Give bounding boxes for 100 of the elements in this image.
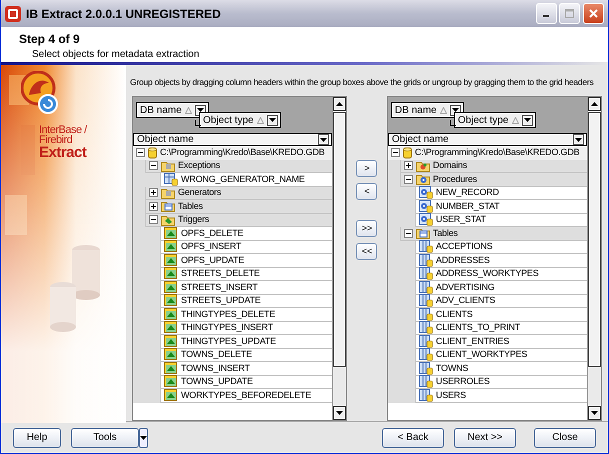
move-button[interactable]: >> — [356, 220, 378, 237]
object-name: THINGTYPES_DELETE — [181, 308, 276, 321]
group-header[interactable]: Object type — [454, 112, 536, 128]
table-icon — [418, 280, 433, 294]
help-button[interactable]: Help — [13, 428, 61, 448]
object-name: WORKTYPES_BEFOREDELETE — [181, 388, 312, 402]
object-name: ADV_CLIENTS — [436, 294, 496, 307]
table-icon — [418, 321, 433, 334]
object-name: ACCEPTIONS — [436, 240, 492, 253]
sort-icon — [512, 116, 518, 124]
expand-toggle[interactable] — [149, 202, 158, 211]
maximize-icon — [565, 9, 574, 18]
dropdown-button[interactable] — [266, 114, 278, 126]
object-name: STREETS_DELETE — [181, 267, 260, 280]
column-header[interactable]: Object name — [133, 133, 332, 146]
back-button[interactable]: < Back — [382, 428, 444, 448]
object-name: Tables — [432, 226, 458, 240]
tools-button[interactable]: Tools — [71, 428, 139, 448]
object-name: TOWNS_UPDATE — [181, 375, 253, 388]
object-name: TOWNS_DELETE — [181, 348, 252, 361]
table-icon — [418, 388, 433, 402]
close-button[interactable]: Close — [534, 428, 596, 448]
scroll-down-icon — [590, 411, 598, 415]
app-icon — [5, 6, 21, 22]
sort-icon — [256, 116, 264, 124]
object-name: OPFS_UPDATE — [181, 254, 244, 267]
collapse-toggle[interactable] — [404, 228, 413, 238]
firebird-logo-icon — [21, 71, 59, 115]
object-name: USERROLES — [436, 375, 490, 388]
table-icon — [418, 294, 433, 308]
caret-icon — [524, 118, 530, 122]
tree-row[interactable]: C:\Programming\Kredo\Base\KREDO.GDB — [388, 146, 587, 160]
object-name: CLIENTS_TO_PRINT — [436, 321, 520, 334]
minimize-button[interactable] — [536, 3, 556, 24]
tree-row[interactable]: C:\Programming\Kredo\Base\KREDO.GDB — [133, 146, 332, 160]
table-icon — [418, 308, 433, 321]
collapse-toggle[interactable] — [404, 174, 413, 184]
object-name: Generators — [178, 186, 222, 199]
procedure-icon — [418, 213, 433, 226]
sort-icon — [184, 106, 192, 114]
folder-icon — [161, 160, 175, 172]
object-name: CLIENT_WORKTYPES — [436, 348, 528, 361]
object-name: THINGTYPES_UPDATE — [181, 334, 276, 348]
folder-icon — [161, 186, 175, 199]
close-icon — [589, 9, 598, 18]
connector-line — [195, 120, 201, 126]
collapse-toggle[interactable] — [390, 148, 400, 158]
object-name: USER_STAT — [436, 213, 486, 226]
folder-icon — [416, 173, 430, 186]
object-name: STREETS_INSERT — [181, 280, 258, 294]
column-label: Object name — [392, 133, 449, 147]
logo-text: Firebird — [39, 135, 74, 145]
object-name: THINGTYPES_INSERT — [181, 321, 273, 334]
caret-icon — [140, 436, 147, 440]
object-name: ADDRESS_WORKTYPES — [436, 267, 539, 280]
next-button[interactable]: Next >> — [454, 428, 516, 448]
folder-icon — [416, 227, 430, 240]
dropdown-button[interactable] — [139, 428, 148, 448]
table-icon — [418, 254, 433, 267]
object-name: CLIENTS — [436, 308, 473, 320]
column-header[interactable]: Object name — [388, 133, 587, 146]
scrollbar[interactable] — [332, 97, 346, 420]
dropdown-button[interactable] — [318, 134, 330, 145]
move-button[interactable]: < — [356, 183, 378, 200]
scrollbar[interactable] — [586, 97, 601, 420]
expand-toggle[interactable] — [149, 188, 158, 198]
group-header[interactable]: Object type — [199, 112, 281, 128]
collapse-toggle[interactable] — [149, 215, 158, 224]
step-title: Step 4 of 9 — [19, 32, 81, 46]
object-name: Tables — [178, 200, 203, 212]
move-button[interactable]: << — [356, 243, 378, 260]
table-icon — [418, 267, 433, 280]
folder-icon — [161, 214, 175, 226]
connector-line — [450, 120, 456, 126]
object-name: C:\Programming\Kredo\Base\KREDO.GDB — [414, 146, 580, 159]
object-name: ADDRESSES — [436, 254, 490, 266]
column-label: Object name — [137, 133, 194, 147]
object-name: TOWNS_INSERT — [181, 362, 250, 375]
dropdown-button[interactable] — [522, 114, 532, 126]
logo-text: InterBase / — [39, 125, 87, 135]
procedure-icon — [418, 200, 433, 213]
dropdown-button[interactable] — [572, 134, 584, 145]
folder-icon — [161, 200, 175, 212]
scroll-up-icon — [336, 102, 344, 106]
object-name: OPFS_DELETE — [181, 226, 244, 240]
close-button[interactable] — [583, 3, 604, 24]
database-icon — [148, 146, 157, 159]
object-name: STREETS_UPDATE — [181, 294, 261, 307]
expand-toggle[interactable] — [404, 161, 413, 170]
exception-icon — [164, 172, 178, 186]
move-button[interactable]: > — [356, 160, 378, 177]
collapse-toggle[interactable] — [149, 161, 158, 170]
table-icon — [418, 334, 433, 348]
caret-icon — [196, 108, 204, 112]
group-label: DB name — [140, 104, 182, 118]
object-name: Exceptions — [178, 159, 220, 172]
object-name: NUMBER_STAT — [436, 200, 500, 213]
collapse-toggle[interactable] — [136, 148, 145, 158]
caret-icon — [452, 108, 459, 112]
object-name: Procedures — [432, 172, 477, 186]
